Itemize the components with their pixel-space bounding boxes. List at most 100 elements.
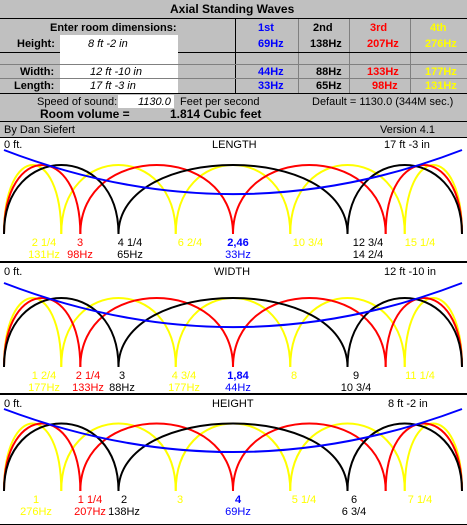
divider xyxy=(0,78,467,79)
height-node-frequency-label: 207Hz xyxy=(74,506,106,518)
width-node-frequency-label: 133Hz xyxy=(72,382,104,393)
length-node-position-label: 12 3/4 xyxy=(353,237,384,249)
author-credit: By Dan Siefert xyxy=(4,124,75,136)
height-node-frequency-label: 276Hz xyxy=(20,506,52,518)
length-harmonic-3-arc xyxy=(232,164,387,235)
divider xyxy=(298,19,299,93)
width-node-position-label: 1 2/4 xyxy=(32,370,56,382)
width-freq-2: 88Hz xyxy=(316,66,342,78)
harmonic-3-header: 3rd xyxy=(370,22,388,34)
harmonic-4-header: 4th xyxy=(430,22,447,34)
width-axis-title: WIDTH xyxy=(214,266,251,278)
width-freq-1: 44Hz xyxy=(258,66,284,78)
width-wave-plot: 1 2/4177Hz2 1/4133Hz388Hz4 3/4177Hz1,844… xyxy=(3,282,463,393)
length-node-frequency-label: 131Hz xyxy=(28,249,60,261)
width-label: Width: xyxy=(20,66,55,78)
length-freq-1: 33Hz xyxy=(258,80,284,92)
height-node-frequency-label: 138Hz xyxy=(108,506,140,518)
width-node-frequency-label: 88Hz xyxy=(109,382,135,393)
length-node-frequency-label: 98Hz xyxy=(67,249,93,261)
harmonic-2-header: 2nd xyxy=(313,22,333,34)
height-harmonic-4-arc xyxy=(403,422,463,492)
divider xyxy=(410,19,411,93)
length-freq-3: 98Hz xyxy=(372,80,398,92)
height-node-position-label: 3 xyxy=(177,494,183,506)
length-harmonic-4-arc xyxy=(3,164,63,235)
app-title: Axial Standing Waves xyxy=(170,2,295,16)
width-panel: 1 2/4 177Hz 2 1/4 133Hz 3 88Hz 4 3/4 177Hz 1,84 4… xyxy=(0,262,467,394)
width-node-position-label: 1,84 xyxy=(227,370,249,382)
height-node-position-label: 2 xyxy=(121,494,127,506)
height-node-position-label: 5 1/4 xyxy=(292,494,316,506)
length-start-label: 0 ft. xyxy=(4,139,23,151)
height-harmonic-3-arc xyxy=(232,422,387,492)
length-node-position-label: 4 1/4 xyxy=(118,237,142,249)
width-node-position-label: 4 3/4 xyxy=(172,370,196,382)
width-input[interactable]: 12 ft -10 in xyxy=(90,66,142,78)
height-harmonic-1-arc xyxy=(3,408,463,454)
width-freq-3: 133Hz xyxy=(367,66,399,78)
length-node-frequency-label: 14 2/4 xyxy=(353,249,384,261)
length-node-position-label: 6 2/4 xyxy=(178,237,202,249)
width-node-position-label: 3 xyxy=(119,370,125,382)
length-harmonic-1-arc xyxy=(3,149,463,196)
length-harmonic-4-arc xyxy=(403,164,463,235)
length-node-position-label: 10 3/4 xyxy=(293,237,324,249)
height-node-frequency-label: 6 3/4 xyxy=(342,506,366,518)
speed-input[interactable]: 1130.0 xyxy=(138,96,171,108)
length-harmonic-3-arc xyxy=(79,164,234,235)
divider xyxy=(0,93,467,94)
length-freq-4: 131Hz xyxy=(425,80,457,92)
version-label: Version 4.1 xyxy=(380,124,436,136)
width-harmonic-3-arc xyxy=(79,297,234,368)
height-freq-2: 138Hz xyxy=(310,38,342,50)
height-label: Height: xyxy=(17,38,55,50)
width-node-frequency-label: 177Hz xyxy=(28,382,60,393)
speed-default: Default = 1130.0 (344M sec.) xyxy=(312,96,454,108)
divider xyxy=(0,52,60,53)
divider xyxy=(235,19,236,93)
width-node-position-label: 9 xyxy=(353,370,359,382)
divider xyxy=(0,64,467,65)
width-node-position-label: 2 1/4 xyxy=(76,370,100,382)
height-harmonic-3-arc xyxy=(79,422,234,492)
width-end-label: 12 ft -10 in xyxy=(384,266,436,278)
volume-label: Room volume = xyxy=(40,107,130,121)
height-input[interactable]: 8 ft -2 in xyxy=(88,38,128,50)
divider xyxy=(0,121,467,122)
height-harmonic-4-arc xyxy=(3,422,63,492)
length-node-frequency-label: 65Hz xyxy=(117,249,143,261)
height-freq-1: 69Hz xyxy=(258,38,284,50)
height-wave-plot: 1276Hz 1 1/4207Hz 2138Hz 3 469Hz 5 1/4 66 3/4 7… xyxy=(3,408,463,518)
height-node-position-label: 6 xyxy=(351,494,357,506)
height-node-position-label: 4 xyxy=(235,494,242,506)
divider xyxy=(349,19,350,93)
length-axis-title: LENGTH xyxy=(212,139,257,151)
length-input[interactable]: 17 ft -3 in xyxy=(90,80,136,92)
height-node-position-label: 1 1/4 xyxy=(78,494,102,506)
harmonic-1-header: 1st xyxy=(258,22,274,34)
length-node-position-label: 2 1/4 xyxy=(32,237,56,249)
length-node-position-label: 2,46 xyxy=(227,237,248,249)
width-harmonic-4-arc xyxy=(3,297,63,368)
length-node-frequency-label: 33Hz xyxy=(225,249,251,261)
height-start-label: 0 ft. xyxy=(4,398,23,410)
width-node-frequency-label: 177Hz xyxy=(168,382,200,393)
length-label: Length: xyxy=(14,80,55,92)
width-node-frequency-label: 10 3/4 xyxy=(341,382,372,393)
height-freq-3: 207Hz xyxy=(367,38,399,50)
length-node-position-label: 15 1/4 xyxy=(405,237,436,249)
divider xyxy=(0,18,467,19)
length-end-label: 17 ft -3 in xyxy=(384,139,430,151)
length-freq-2: 65Hz xyxy=(316,80,342,92)
width-start-label: 0 ft. xyxy=(4,266,23,278)
divider xyxy=(178,52,467,53)
length-node-position-label: 3 xyxy=(77,237,83,249)
width-harmonic-4-arc xyxy=(403,297,463,368)
width-node-frequency-label: 44Hz xyxy=(225,382,251,393)
length-panel: 2 1/4 131Hz 3 98Hz 4 1/4 65Hz 6 2/4 2,46 33Hz 10 … xyxy=(0,137,467,262)
height-end-label: 8 ft -2 in xyxy=(388,398,428,410)
height-node-position-label: 1 xyxy=(33,494,39,506)
width-harmonic-3-arc xyxy=(232,297,387,368)
height-panel: 1 276Hz 1 1/4 207Hz 2 138Hz 3 4 69Hz 5 1/4 6 6 3/4 7… xyxy=(0,394,467,525)
